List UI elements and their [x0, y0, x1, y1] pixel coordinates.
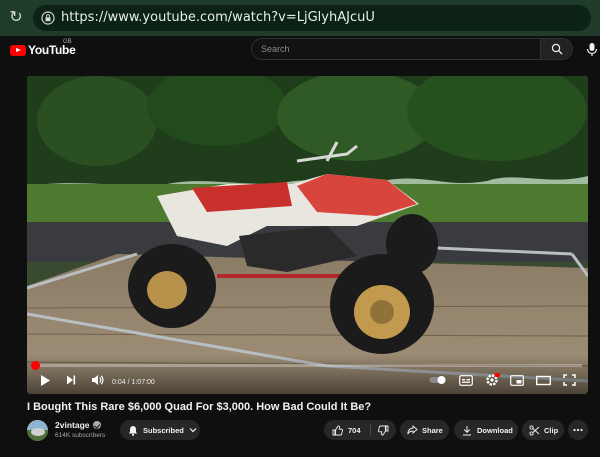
- avatar-image: [27, 420, 48, 441]
- clip-label: Clip: [544, 425, 559, 435]
- play-button[interactable]: [37, 373, 53, 387]
- clip-button[interactable]: Clip: [522, 420, 564, 440]
- youtube-logo[interactable]: YouTube GB: [10, 39, 76, 58]
- autoplay-toggle[interactable]: [428, 373, 448, 387]
- settings-button[interactable]: [484, 373, 500, 387]
- theater-mode-button[interactable]: [535, 373, 551, 387]
- more-actions-button[interactable]: [568, 420, 588, 440]
- like-dislike-group: 704: [324, 420, 396, 440]
- browser-toolbar: ↻ https://www.youtube.com/watch?v=LjGlyh…: [0, 0, 600, 36]
- verified-icon: [92, 421, 101, 429]
- more-icon: [573, 428, 583, 432]
- dislike-icon: [378, 425, 389, 436]
- scrubber-knob[interactable]: [31, 361, 40, 370]
- next-icon: [67, 375, 76, 385]
- search-box[interactable]: [251, 38, 541, 60]
- fullscreen-icon: [562, 374, 576, 386]
- controls-gradient: [27, 354, 588, 394]
- bell-icon: [128, 425, 138, 436]
- mic-icon[interactable]: [584, 40, 600, 58]
- download-label: Download: [477, 425, 513, 435]
- subscriber-count: 614K subscribers: [55, 432, 106, 439]
- youtube-logo-icon: [10, 44, 26, 56]
- subscribed-button[interactable]: Subscribed: [120, 420, 200, 440]
- lock-icon[interactable]: [41, 11, 55, 25]
- like-button[interactable]: 704: [324, 424, 370, 436]
- share-button[interactable]: Share: [400, 420, 449, 440]
- channel-name-row[interactable]: 2vintage: [55, 420, 101, 430]
- fullscreen-button[interactable]: [561, 373, 577, 387]
- address-bar[interactable]: https://www.youtube.com/watch?v=LjGlyhAJ…: [33, 5, 591, 31]
- chevron-down-icon: [189, 428, 197, 433]
- logo-wordmark: YouTube: [28, 43, 76, 57]
- video-title: I Bought This Rare $6,000 Quad For $3,00…: [27, 401, 372, 413]
- captions-icon: [459, 374, 473, 386]
- play-icon: [41, 374, 50, 386]
- download-icon: [463, 425, 471, 435]
- like-count: 704: [348, 425, 361, 435]
- settings-icon: [485, 373, 500, 386]
- video-frame: [27, 76, 588, 394]
- autoplay-toggle-icon: [429, 376, 446, 384]
- reload-icon[interactable]: ↻: [6, 8, 26, 28]
- mute-button[interactable]: [89, 373, 105, 387]
- subscribe-label: Subscribed: [143, 425, 184, 435]
- dislike-button[interactable]: [371, 425, 396, 436]
- share-icon: [407, 425, 418, 435]
- download-button[interactable]: Download: [454, 420, 518, 440]
- miniplayer-icon: [510, 374, 524, 386]
- theater-icon: [535, 375, 551, 385]
- captions-button[interactable]: [458, 373, 474, 387]
- next-button[interactable]: [63, 373, 79, 387]
- like-icon: [332, 424, 343, 435]
- time-display: 0:04 / 1:07:00: [112, 379, 155, 386]
- progress-bar[interactable]: [31, 361, 582, 370]
- video-player[interactable]: 0:04 / 1:07:00: [27, 76, 588, 394]
- volume-icon: [91, 375, 103, 385]
- share-label: Share: [422, 425, 443, 435]
- masthead: YouTube GB: [0, 36, 600, 76]
- channel-name[interactable]: 2vintage: [55, 420, 90, 430]
- search-button[interactable]: [540, 38, 573, 60]
- miniplayer-button[interactable]: [509, 373, 525, 387]
- search-input[interactable]: [252, 39, 540, 59]
- region-code: GB: [63, 39, 72, 45]
- channel-avatar[interactable]: [27, 420, 48, 441]
- url-text: https://www.youtube.com/watch?v=LjGlyhAJ…: [61, 10, 375, 25]
- search-icon: [551, 43, 563, 55]
- clip-icon: [529, 424, 540, 436]
